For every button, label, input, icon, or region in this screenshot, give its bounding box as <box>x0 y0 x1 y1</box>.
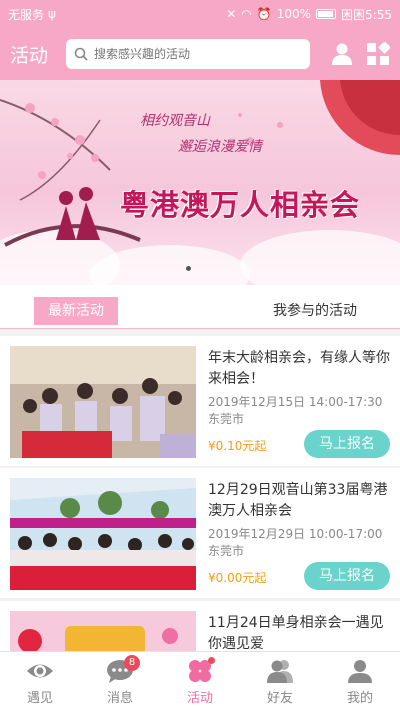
event-datetime: 2019年12月29日 10:00-17:00 <box>208 527 383 541</box>
notification-dot <box>208 657 215 664</box>
nav-item-me[interactable]: 我的 <box>320 652 400 711</box>
sign-up-button[interactable]: 马上报名 <box>304 430 390 458</box>
search-icon <box>74 47 88 61</box>
event-location: 东莞市 <box>208 412 245 426</box>
event-photo <box>10 611 196 651</box>
event-datetime: 2019年12月15日 14:00-17:30 <box>208 395 383 409</box>
battery-percent: 100% <box>276 7 312 21</box>
nav-label: 消息 <box>106 691 133 706</box>
clock: 困困5:55 <box>341 7 392 22</box>
sign-up-button[interactable]: 马上报名 <box>304 562 390 590</box>
friends-icon <box>267 660 293 683</box>
person-icon <box>348 660 372 683</box>
event-title: 11月24日单身相亲会一遇见你遇见爱 <box>208 615 384 651</box>
nav-label: 我的 <box>346 691 373 706</box>
event-price: ¥0.10元起 <box>208 439 267 453</box>
activity-tabs: 最新活动 我参与的活动 <box>0 285 400 329</box>
event-photo <box>10 478 196 590</box>
promo-banner[interactable]: 相约观音山 邂逅浪漫爱情 粤港澳万人相亲会 <box>0 80 400 285</box>
bottom-nav: 遇见 8 消息 活动 好友 我的 <box>0 651 400 711</box>
search-bar[interactable] <box>66 39 310 69</box>
wifi-icon: ◠ <box>241 7 252 21</box>
event-photo <box>10 346 196 458</box>
battery-icon <box>316 9 337 19</box>
event-card[interactable]: 12月29日观音山第33届粤港澳万人相亲会 2019年12月29日 10:00-… <box>0 468 400 598</box>
event-title: 12月29日观音山第33届粤港澳万人相亲会 <box>208 482 388 519</box>
banner-headline: 粤港澳万人相亲会 <box>120 188 361 222</box>
event-price: ¥0.00元起 <box>208 571 267 585</box>
nav-label: 遇见 <box>26 691 53 706</box>
carrier-label: 无服务 <box>8 7 45 22</box>
carousel-indicator <box>186 266 191 271</box>
alarm-icon: ⏰ <box>256 7 272 21</box>
banner-line1: 相约观音山 <box>140 113 210 129</box>
event-card[interactable]: 11月24日单身相亲会一遇见你遇见爱 <box>0 601 400 651</box>
status-bar: 无服务 ψ ✕ ◠ ⏰ 100% 困困5:55 <box>0 0 400 28</box>
unread-badge: 8 <box>124 655 140 671</box>
app-header: 活动 <box>0 28 400 80</box>
nav-item-messages[interactable]: 8 消息 <box>80 652 160 711</box>
nav-label: 好友 <box>266 691 293 706</box>
banner-line2: 邂逅浪漫爱情 <box>178 139 262 155</box>
event-location: 东莞市 <box>208 544 245 558</box>
event-card[interactable]: 年末大龄相亲会，有缘人等你来相会！ 2019年12月15日 14:00-17:3… <box>0 336 400 466</box>
tab-latest-activities[interactable]: 最新活动 <box>34 297 118 325</box>
page-title: 活动 <box>10 44 49 67</box>
eye-icon <box>27 664 53 678</box>
nav-item-friends[interactable]: 好友 <box>240 652 320 711</box>
mute-icon: ✕ <box>226 7 237 21</box>
event-title: 年末大龄相亲会，有缘人等你来相会！ <box>208 350 390 387</box>
event-list: 年末大龄相亲会，有缘人等你来相会！ 2019年12月15日 14:00-17:3… <box>0 329 400 651</box>
nav-item-meet[interactable]: 遇见 <box>0 652 80 711</box>
tab-my-activities[interactable]: 我参与的活动 <box>250 297 380 325</box>
nav-label: 活动 <box>186 691 213 706</box>
nav-item-activities[interactable]: 活动 <box>160 652 240 711</box>
usb-icon: ψ <box>48 7 56 21</box>
profile-icon[interactable] <box>330 42 354 66</box>
apps-grid-icon[interactable] <box>366 42 390 66</box>
search-input[interactable] <box>94 47 294 61</box>
